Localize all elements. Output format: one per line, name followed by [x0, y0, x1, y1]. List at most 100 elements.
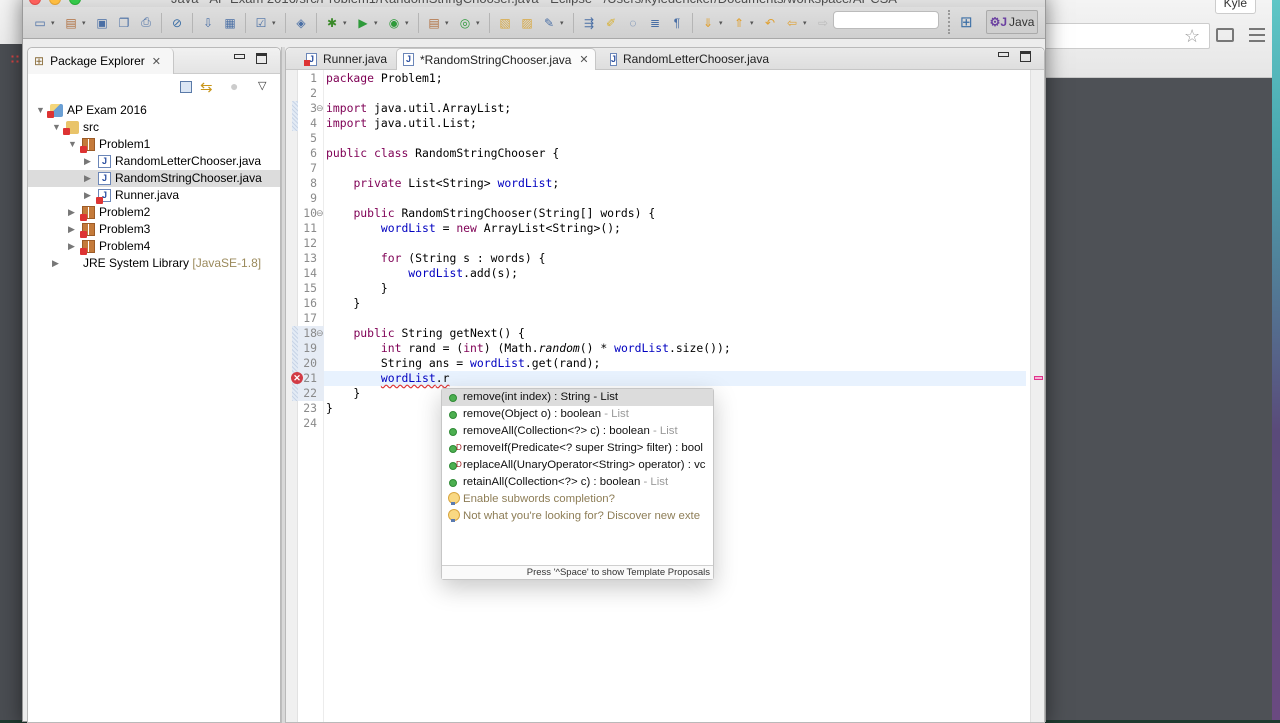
dropdown-arrow-icon[interactable]: ▾ — [445, 19, 451, 27]
collapsed-arrow-icon[interactable]: ▶ — [68, 204, 75, 221]
proposal-item[interactable]: removeAll(Collection<?> c) : boolean - L… — [442, 423, 713, 440]
assist-hint-item[interactable]: Not what you're looking for? Discover ne… — [442, 508, 713, 525]
proposal-item[interactable]: remove(Object o) : boolean - List — [442, 406, 713, 423]
minimize-window-button[interactable] — [49, 0, 61, 5]
collapsed-arrow-icon[interactable]: ▶ — [84, 153, 91, 170]
fold-toggle-icon[interactable]: ⊖ — [316, 206, 324, 221]
run-external-icon[interactable]: ◉ — [385, 14, 403, 32]
code-line[interactable]: import java.util.List; — [326, 116, 477, 131]
code-line[interactable]: } — [326, 296, 360, 311]
tree-item[interactable]: ▶ Problem2 — [28, 204, 280, 221]
back-icon[interactable]: ⇦ — [783, 14, 801, 32]
code-line[interactable]: for (String s : words) { — [326, 251, 546, 266]
tree-item[interactable]: ▶ J Runner.java — [28, 187, 280, 204]
editor-tab[interactable]: J *RandomStringChooser.java ✕ — [396, 48, 596, 70]
dropdown-arrow-icon[interactable]: ▾ — [405, 19, 411, 27]
code-line[interactable]: import java.util.ArrayList; — [326, 101, 511, 116]
code-line[interactable]: private List<String> wordList; — [326, 176, 559, 191]
code-line[interactable]: } — [326, 401, 333, 416]
open-type-icon[interactable]: ▧ — [496, 14, 514, 32]
link-with-editor-icon[interactable]: ⇆ — [200, 78, 213, 96]
code-line[interactable]: } — [326, 386, 360, 401]
browser-menu-icon[interactable] — [1249, 28, 1265, 46]
word-wrap-icon[interactable]: ≣ — [646, 14, 664, 32]
zoom-window-button[interactable] — [69, 0, 81, 5]
collapse-all-icon[interactable] — [180, 81, 192, 93]
maximize-editor-icon[interactable] — [1020, 51, 1031, 62]
expanded-arrow-icon[interactable]: ▼ — [52, 119, 61, 136]
expanded-arrow-icon[interactable]: ▼ — [36, 102, 45, 119]
minimize-view-icon[interactable] — [234, 54, 245, 59]
tree-item[interactable]: ▶ JRE System Library [JavaSE-1.8] — [28, 255, 280, 272]
code-line[interactable]: int rand = (int) (Math.random() * wordLi… — [326, 341, 731, 356]
collapsed-arrow-icon[interactable]: ▶ — [52, 255, 59, 272]
download-icon[interactable]: ⇩ — [199, 14, 217, 32]
assist-hint-item[interactable]: Enable subwords completion? — [442, 491, 713, 508]
dropdown-arrow-icon[interactable]: ▾ — [560, 19, 566, 27]
mark-occurrences-icon[interactable]: ✐ — [602, 14, 620, 32]
toggle-block-selection-icon[interactable]: ◌ — [624, 14, 642, 32]
tree-item[interactable]: ▼ AP Exam 2016 — [28, 102, 280, 119]
tree-item[interactable]: ▶ Problem4 — [28, 238, 280, 255]
dropdown-arrow-icon[interactable]: ▾ — [374, 19, 380, 27]
tab-package-explorer[interactable]: ⊞ Package Explorer ✕ — [28, 48, 174, 74]
cast-icon[interactable] — [1216, 28, 1234, 42]
editor-tab[interactable]: J Runner.java — [300, 48, 394, 70]
dropdown-arrow-icon[interactable]: ▾ — [51, 19, 57, 27]
print-icon[interactable]: ⎙ — [137, 14, 155, 32]
new-class-icon[interactable]: ◈ — [292, 14, 310, 32]
bookmark-star-icon[interactable]: ☆ — [1184, 26, 1200, 47]
new-class-wizard-icon[interactable]: ◎ — [456, 14, 474, 32]
code-line[interactable]: wordList = new ArrayList<String>(); — [326, 221, 621, 236]
proposal-item[interactable]: DremoveIf(Predicate<? super String> filt… — [442, 440, 713, 457]
code-line[interactable]: String ans = wordList.get(rand); — [326, 356, 600, 371]
tree-item[interactable]: ▼ src — [28, 119, 280, 136]
tree-item[interactable]: ▼ Problem1 — [28, 136, 280, 153]
focus-on-task-icon[interactable]: ● — [230, 78, 238, 94]
tree-item[interactable]: ▶ J RandomLetterChooser.java — [28, 153, 280, 170]
close-window-button[interactable] — [29, 0, 41, 5]
skip-breakpoints-icon[interactable]: ⊘ — [168, 14, 186, 32]
collapsed-arrow-icon[interactable]: ▶ — [68, 238, 75, 255]
dropdown-arrow-icon[interactable]: ▾ — [476, 19, 482, 27]
dropdown-arrow-icon[interactable]: ▾ — [803, 19, 809, 27]
browser-user-button[interactable]: Kyle — [1214, 0, 1256, 14]
dropdown-arrow-icon[interactable]: ▾ — [750, 19, 756, 27]
tasks-icon[interactable]: ☑ — [252, 14, 270, 32]
new-package-icon[interactable]: ▤ — [425, 14, 443, 32]
dropdown-arrow-icon[interactable]: ▾ — [272, 19, 278, 27]
search-icon[interactable]: ✎ — [540, 14, 558, 32]
collapsed-arrow-icon[interactable]: ▶ — [68, 221, 75, 238]
open-call-hierarchy-icon[interactable]: ⇶ — [580, 14, 598, 32]
close-icon[interactable]: ✕ — [152, 55, 161, 68]
code-line[interactable]: public class RandomStringChooser { — [326, 146, 559, 161]
collapsed-arrow-icon[interactable]: ▶ — [84, 170, 91, 187]
close-tab-icon[interactable]: ✕ — [579, 53, 588, 66]
last-edit-icon[interactable]: ↶ — [761, 14, 779, 32]
forward-icon[interactable]: ⇨ — [814, 14, 832, 32]
code-line[interactable]: public RandomStringChooser(String[] word… — [326, 206, 655, 221]
android-sdk-icon[interactable]: ▦ — [221, 14, 239, 32]
fold-toggle-icon[interactable]: ⊖ — [316, 326, 324, 341]
tree-item[interactable]: ▶ J RandomStringChooser.java — [28, 170, 280, 187]
editor-tab[interactable]: J RandomLetterChooser.java — [604, 48, 769, 70]
proposal-item[interactable]: DreplaceAll(UnaryOperator<String> operat… — [442, 457, 713, 474]
apps-icon[interactable] — [10, 54, 20, 64]
code-line[interactable]: wordList.add(s); — [326, 266, 518, 281]
collapsed-arrow-icon[interactable]: ▶ — [84, 187, 91, 204]
next-annotation-icon[interactable]: ⇓ — [699, 14, 717, 32]
show-whitespace-icon[interactable]: ¶ — [668, 14, 686, 32]
proposal-item[interactable]: retainAll(Collection<?> c) : boolean - L… — [442, 474, 713, 491]
new-icon[interactable]: ▭ — [31, 14, 49, 32]
fold-toggle-icon[interactable]: ⊖ — [316, 101, 324, 116]
code-line[interactable]: public String getNext() { — [326, 326, 524, 341]
error-overview-marker[interactable] — [1034, 376, 1043, 380]
code-line[interactable]: package Problem1; — [326, 71, 443, 86]
quick-access-search[interactable] — [833, 11, 939, 29]
proposal-item[interactable]: remove(int index) : String - List — [442, 389, 713, 406]
error-marker-icon[interactable]: ✕ — [291, 372, 303, 384]
overview-ruler[interactable] — [1030, 70, 1044, 722]
dropdown-arrow-icon[interactable]: ▾ — [719, 19, 725, 27]
view-menu-icon[interactable]: ▽ — [258, 79, 266, 92]
code-line[interactable]: } — [326, 281, 388, 296]
